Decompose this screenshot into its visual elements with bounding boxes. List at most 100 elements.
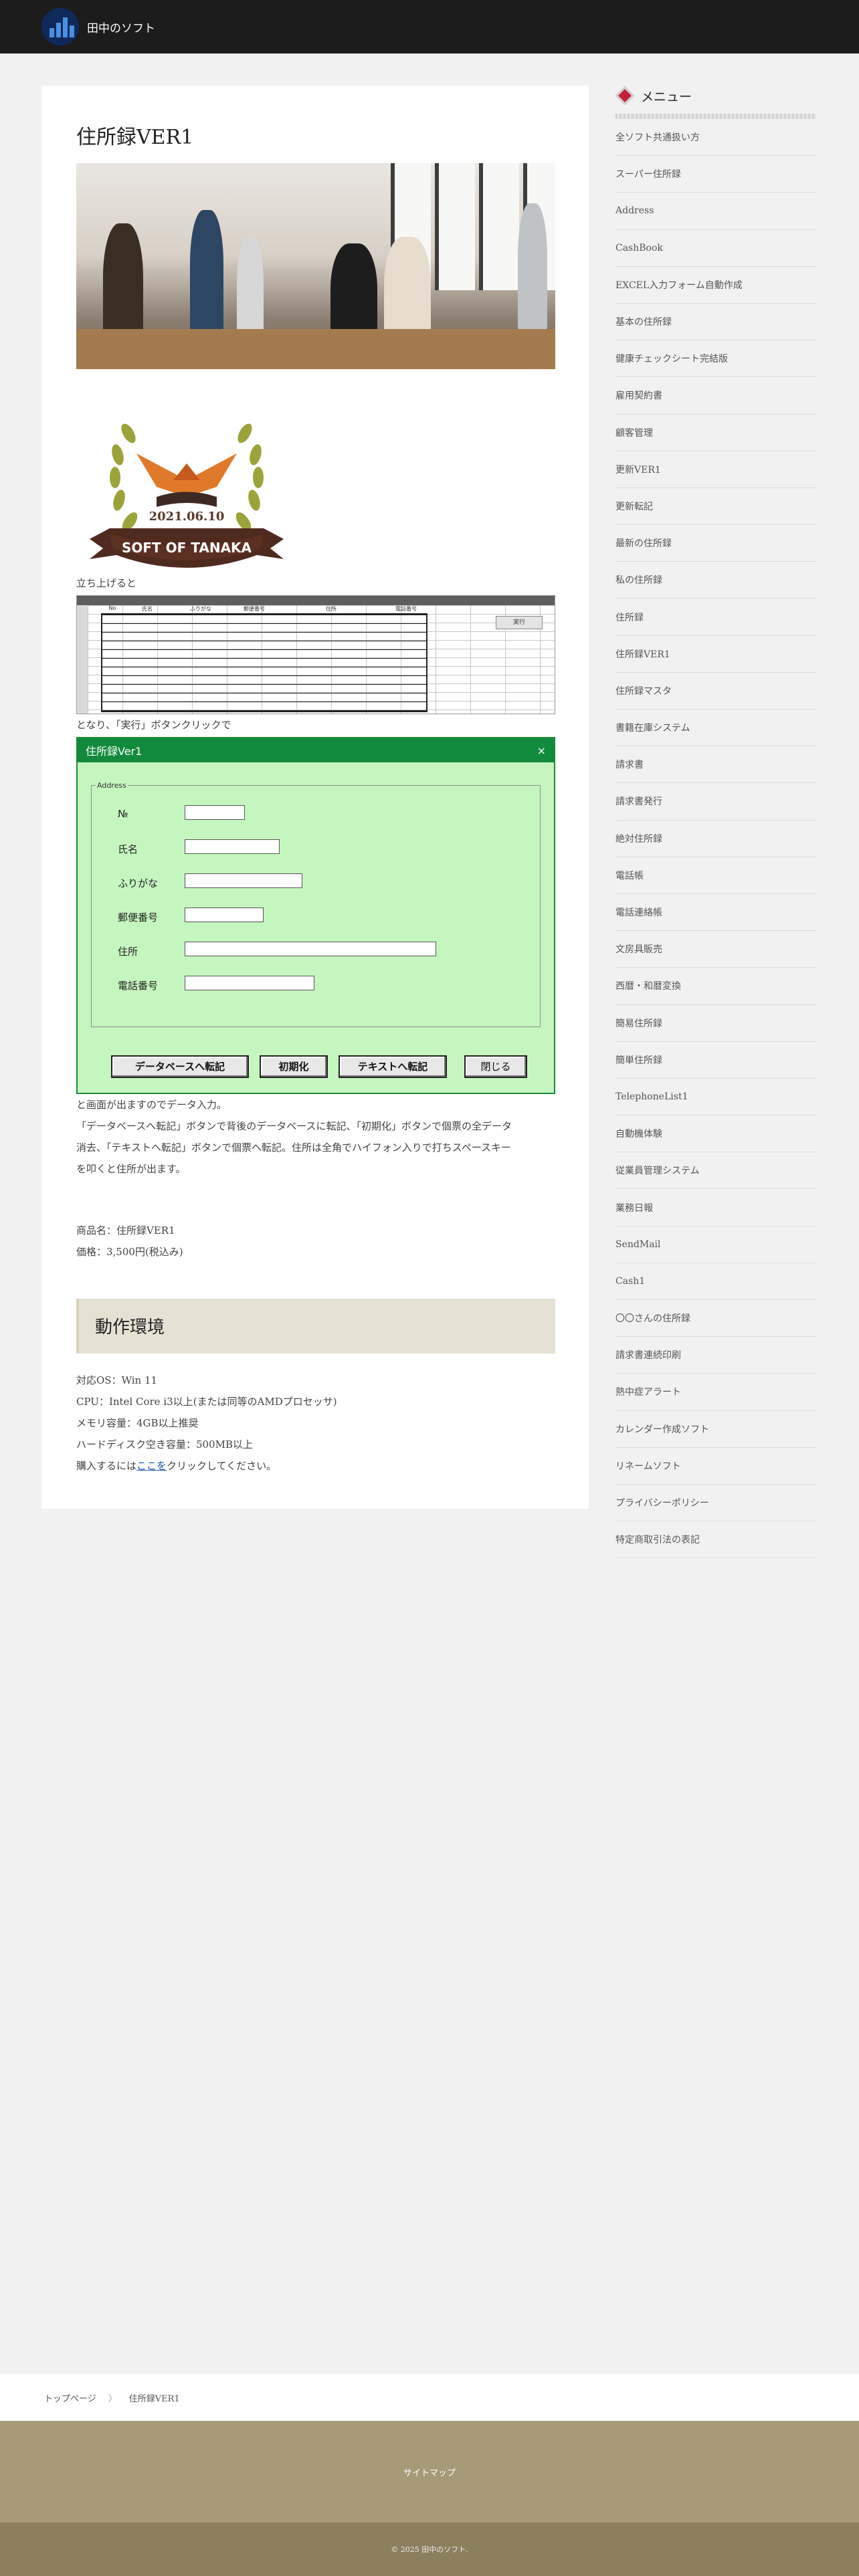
sitemap-link[interactable]: サイトマップ xyxy=(403,2466,456,2478)
sheet-run-button: 実行 xyxy=(496,616,543,629)
intro-text-1: 立ち上げると xyxy=(76,577,137,589)
sidebar-menu-item[interactable]: 文房具販売 xyxy=(615,931,816,968)
sidebar-menu-item[interactable]: 住所録VER1 xyxy=(615,636,816,673)
article-card: 住所録VER1 2021.06.10 SOFT OF TANAKA 立ち上げると… xyxy=(41,86,589,1509)
field-label-zip: 郵便番号 xyxy=(118,911,159,924)
site-name[interactable]: 田中のソフト xyxy=(87,19,155,35)
environment-heading-box: 動作環境 xyxy=(76,1299,555,1354)
sidebar-menu-item[interactable]: 電話連絡帳 xyxy=(615,894,816,932)
sidebar-menu-item[interactable]: 〇〇さんの住所録 xyxy=(615,1300,816,1337)
sidebar-menu-item[interactable]: 書籍在庫システム xyxy=(615,710,816,747)
sidebar-divider xyxy=(615,114,816,119)
sheet-header: 住所 xyxy=(326,606,337,612)
field-input-address xyxy=(185,942,436,956)
dialog-close-icon: × xyxy=(537,744,546,757)
breadcrumb-separator: 〉 xyxy=(108,2393,117,2404)
sidebar-menu-item[interactable]: 簡単住所録 xyxy=(615,1042,816,1079)
sidebar-menu-item[interactable]: 自動機体験 xyxy=(615,1115,816,1153)
sidebar-menu-item[interactable]: EXCEL入力フォーム自動作成 xyxy=(615,267,816,304)
sidebar-menu-item[interactable]: SendMail xyxy=(615,1226,816,1263)
env-memory: メモリ容量：4GB以上推奨 xyxy=(76,1417,199,1429)
page-title: 住所録VER1 xyxy=(76,126,194,149)
db-transfer-button: データベースへ転記 xyxy=(111,1055,249,1078)
field-label-kana: ふりがな xyxy=(118,877,159,889)
product-price: 価格：3,500円(税込み) xyxy=(76,1246,183,1258)
sidebar-menu-item[interactable]: 請求書連続印刷 xyxy=(615,1337,816,1374)
sidebar-menu-item[interactable]: スーパー住所録 xyxy=(615,156,816,193)
sheet-header: 氏名 xyxy=(142,606,153,612)
sidebar-heading: メニュー xyxy=(615,86,816,106)
building-chart-logo-icon[interactable] xyxy=(41,8,79,45)
sidebar-menu-item[interactable]: 雇用契約書 xyxy=(615,377,816,415)
badge-date: 2021.06.10 xyxy=(149,510,225,524)
field-label-name: 氏名 xyxy=(118,843,138,855)
sidebar-menu-item[interactable]: 基本の住所録 xyxy=(615,304,816,341)
breadcrumb: トップページ 〉 住所録VER1 xyxy=(0,2374,859,2421)
sidebar-menu: 全ソフト共通扱い方 スーパー住所録 Address CashBook EXCEL入力フォ… xyxy=(615,119,816,1559)
field-input-phone xyxy=(185,976,314,990)
sidebar-menu-item[interactable]: Address xyxy=(615,193,816,230)
diamond-icon xyxy=(615,86,635,106)
description-line-3: 消去、「テキストへ転記」ボタンで個票へ転記。住所は全角でハイフォン入りで打ちスペ… xyxy=(76,1142,511,1154)
sidebar-menu-item[interactable]: CashBook xyxy=(615,230,816,267)
office-photo xyxy=(76,163,555,369)
field-input-no xyxy=(185,805,245,820)
env-os: 対応OS：Win 11 xyxy=(76,1374,158,1386)
badge-text: SOFT OF TANAKA xyxy=(122,540,252,556)
sheet-header: No xyxy=(108,605,116,611)
sheet-header: 郵便番号 xyxy=(244,606,265,612)
sidebar-menu-item[interactable]: 電話帳 xyxy=(615,857,816,894)
description-line-2: 「データベースへ転記」ボタンで背後のデータベースに転記、「初期化」ボタンで個票の… xyxy=(76,1120,512,1132)
field-label-phone: 電話番号 xyxy=(118,980,159,992)
sidebar-menu-item[interactable]: 更新VER1 xyxy=(615,451,816,488)
soft-of-tanaka-badge: 2021.06.10 SOFT OF TANAKA xyxy=(90,407,284,568)
purchase-link[interactable]: ここを xyxy=(136,1460,167,1472)
env-disk: ハードディスク空き容量：500MB以上 xyxy=(76,1438,253,1451)
sidebar-menu-item[interactable]: 業務日報 xyxy=(615,1189,816,1226)
description-line-4: を叩くと住所が出ます。 xyxy=(76,1163,186,1175)
initialize-button: 初期化 xyxy=(260,1055,328,1078)
sidebar-menu-item[interactable]: 請求書発行 xyxy=(615,783,816,821)
spreadsheet-screenshot: No 氏名 ふりがな 郵便番号 住所 電話番号 実行 xyxy=(76,595,555,714)
sidebar-menu-item[interactable]: カレンダー作成ソフト xyxy=(615,1411,816,1448)
purchase-line: 購入するにはここをクリックしてください。 xyxy=(76,1457,276,1476)
sidebar-menu-item[interactable]: 特定商取引法の表記 xyxy=(615,1521,816,1559)
description-line-1: と画面が出ますのでデータ入力。 xyxy=(76,1099,227,1111)
sidebar-heading-text: メニュー xyxy=(641,89,692,104)
sidebar-menu-item[interactable]: 西暦・和暦変換 xyxy=(615,968,816,1005)
sidebar-menu-item[interactable]: 熱中症アラート xyxy=(615,1374,816,1411)
sidebar-menu-item[interactable]: 住所録マスタ xyxy=(615,673,816,710)
sidebar-menu-item[interactable]: 全ソフト共通扱い方 xyxy=(615,119,816,156)
dialog-title: 住所録Ver1 xyxy=(86,745,142,758)
text-transfer-button: テキストへ転記 xyxy=(339,1055,447,1078)
sidebar-menu-item[interactable]: プライバシーポリシー xyxy=(615,1485,816,1522)
breadcrumb-home[interactable]: トップページ xyxy=(44,2391,96,2404)
sidebar-menu-item[interactable]: 住所録 xyxy=(615,599,816,636)
purchase-suffix: クリックしてください。 xyxy=(167,1460,277,1472)
copyright: © 2025 田中のソフト. xyxy=(0,2523,859,2576)
address-group-legend: Address xyxy=(97,781,126,790)
sheet-header: ふりがな xyxy=(190,606,211,612)
sidebar-menu-item[interactable]: 絶対住所録 xyxy=(615,821,816,857)
sidebar-menu-item[interactable]: 私の住所録 xyxy=(615,562,816,599)
field-input-name xyxy=(185,839,280,854)
sidebar: メニュー 全ソフト共通扱い方 スーパー住所録 Address CashBook EXCE… xyxy=(615,86,816,1559)
address-group: Address xyxy=(91,781,541,1027)
breadcrumb-current: 住所録VER1 xyxy=(128,2393,180,2404)
sidebar-menu-item[interactable]: 健康チェックシート完結版 xyxy=(615,340,816,378)
sidebar-menu-item[interactable]: 従業員管理システム xyxy=(615,1152,816,1190)
site-header: 田中のソフト xyxy=(0,0,859,53)
sidebar-menu-item[interactable]: 簡易住所録 xyxy=(615,1005,816,1042)
product-name: 商品名：住所録VER1 xyxy=(76,1224,175,1237)
close-button: 閉じる xyxy=(464,1055,527,1078)
environment-heading: 動作環境 xyxy=(95,1317,165,1337)
sidebar-menu-item[interactable]: 最新の住所録 xyxy=(615,525,816,562)
sidebar-menu-item[interactable]: 請求書 xyxy=(615,746,816,784)
intro-text-2: となり、「実行」ボタンクリックで xyxy=(76,719,231,731)
sidebar-menu-item[interactable]: 顧客管理 xyxy=(615,415,816,451)
address-dialog: 住所録Ver1 × Address № 氏名 ふりがな 郵便番号 住所 電話番号… xyxy=(76,737,555,1094)
sidebar-menu-item[interactable]: Cash1 xyxy=(615,1263,816,1300)
sidebar-menu-item[interactable]: リネームソフト xyxy=(615,1448,816,1485)
sidebar-menu-item[interactable]: TelephoneList1 xyxy=(615,1079,816,1116)
sidebar-menu-item[interactable]: 更新転記 xyxy=(615,488,816,526)
